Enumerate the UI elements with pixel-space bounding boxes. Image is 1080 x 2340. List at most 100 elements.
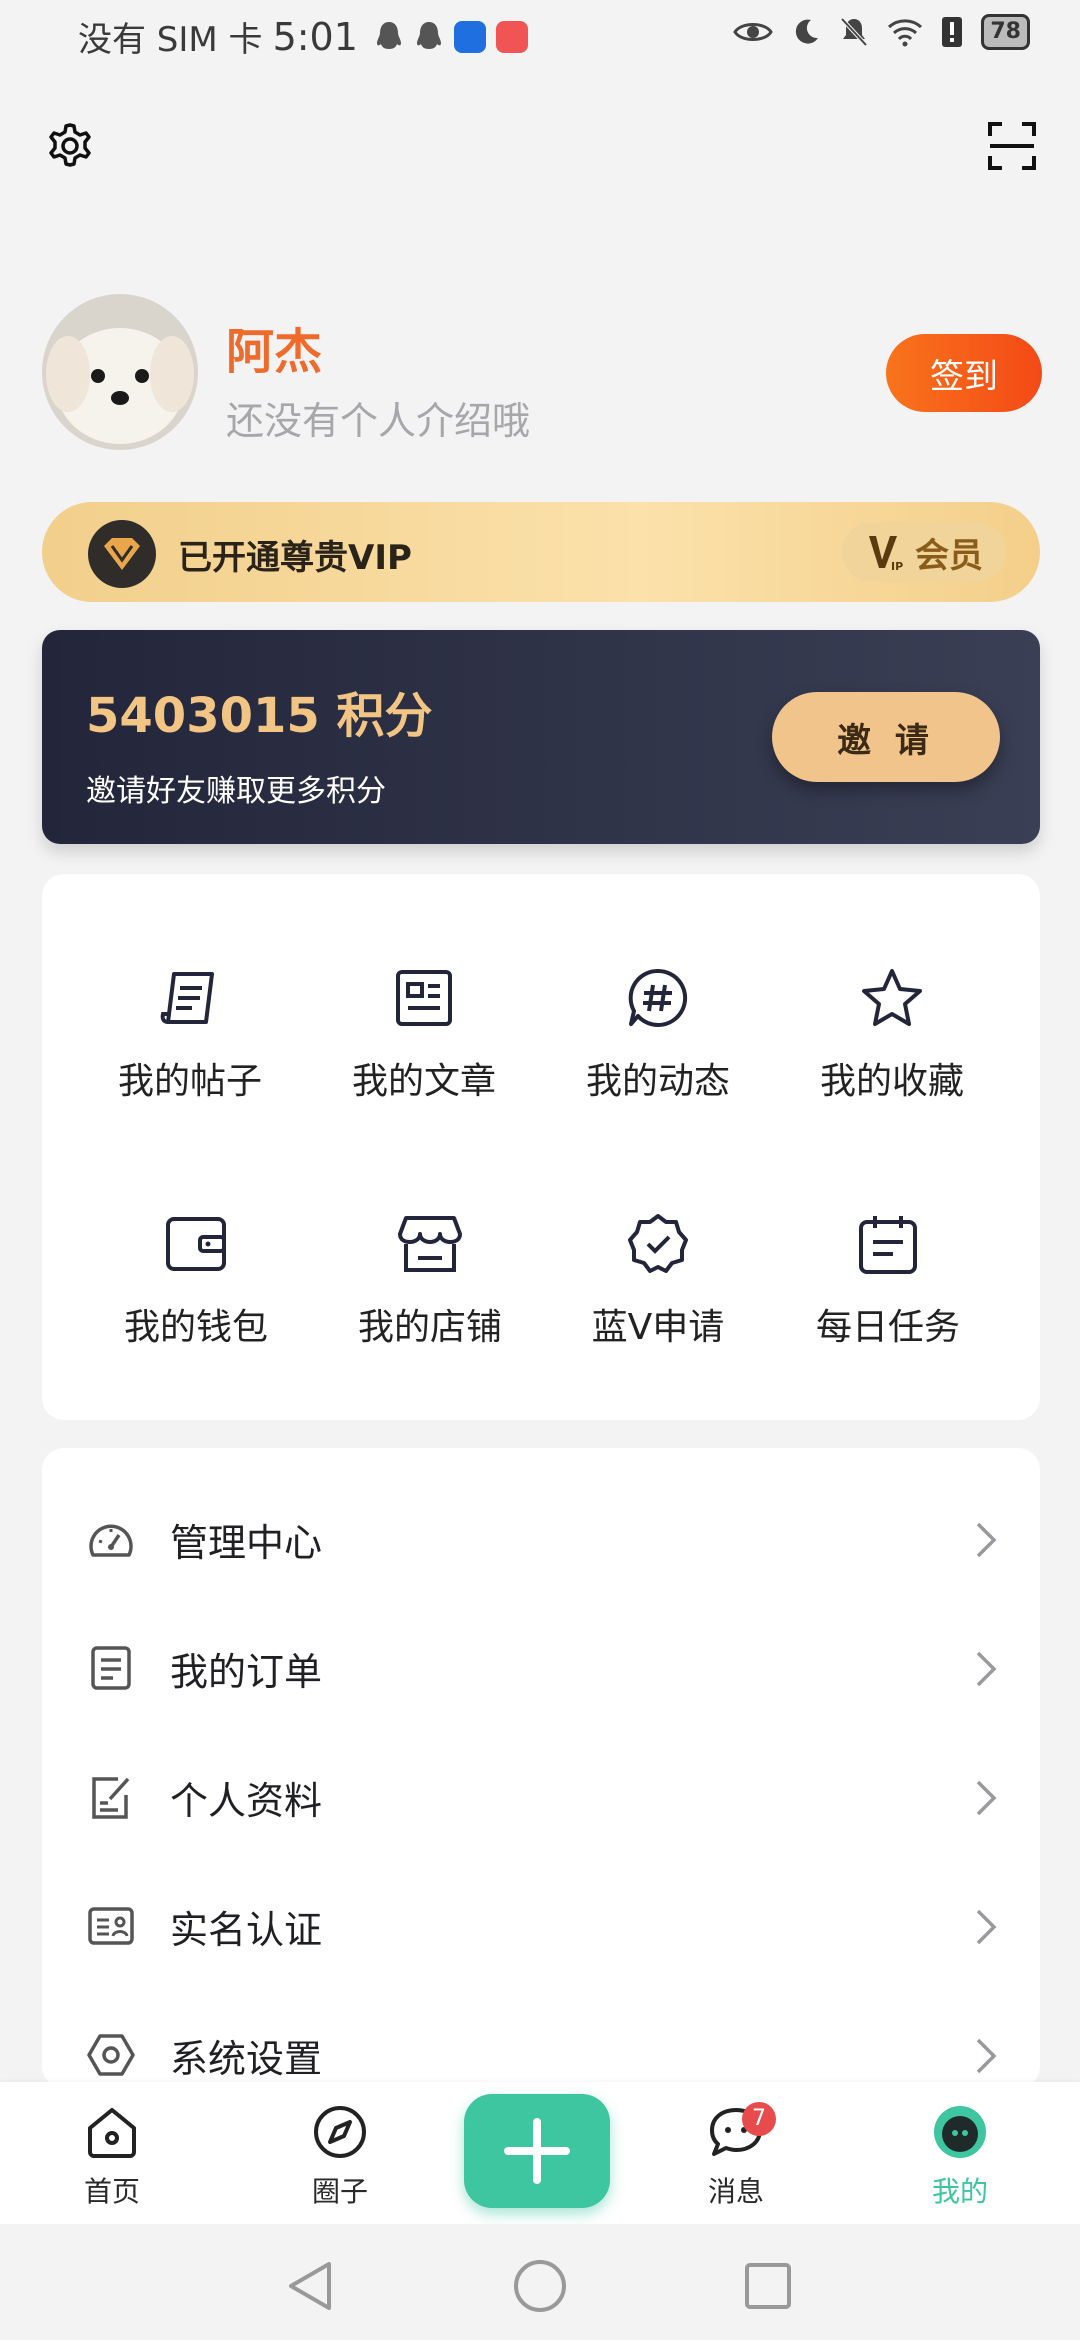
- menu-item-profile[interactable]: 个人资料: [42, 1732, 1040, 1862]
- scan-icon: [988, 122, 1036, 170]
- svg-text:IP: IP: [891, 560, 903, 572]
- grid-item-label: 我的店铺: [357, 1307, 502, 1348]
- nav-mine[interactable]: 我的: [890, 2098, 1030, 2210]
- moon-icon: [796, 19, 819, 44]
- vip-status-text: 已开通尊贵VIP: [178, 538, 412, 578]
- article-icon: [396, 970, 452, 1026]
- username: 阿杰: [226, 324, 323, 380]
- grid-item-moments[interactable]: 我的动态: [558, 958, 758, 1104]
- back-triangle-icon: [289, 2262, 331, 2310]
- create-post-button[interactable]: [464, 2094, 610, 2208]
- battery-indicator: 78: [981, 14, 1030, 50]
- qq-icon: [376, 21, 401, 49]
- grid-item-label: 我的帖子: [117, 1061, 262, 1102]
- vip-member-badge: IP 会员: [842, 522, 1006, 582]
- star-icon: [862, 969, 922, 1026]
- nav-label: 圈子: [311, 2175, 368, 2208]
- grid-item-label: 我的动态: [585, 1061, 730, 1102]
- status-right: 78: [733, 14, 1030, 50]
- chevron-right-icon: [976, 2038, 997, 2074]
- carrier-text: 没有 SIM 卡: [78, 20, 263, 60]
- chevron-right-icon: [976, 1522, 997, 1558]
- mute-bell-icon: [840, 17, 868, 47]
- edit-profile-icon: [92, 1777, 130, 1819]
- grid-item-daily-tasks[interactable]: 每日任务: [788, 1204, 988, 1350]
- nav-label: 首页: [83, 2175, 140, 2208]
- home-button[interactable]: [510, 2256, 570, 2316]
- status-left: 没有 SIM 卡 5:01: [78, 12, 528, 61]
- settings-button[interactable]: [42, 118, 98, 174]
- post-icon: [160, 972, 214, 1024]
- scan-button[interactable]: [984, 118, 1040, 174]
- dog-avatar-image: [42, 294, 198, 450]
- plus-icon: [504, 2118, 570, 2184]
- store-icon: [398, 1216, 462, 1272]
- chevron-right-icon: [976, 1909, 997, 1945]
- invite-button[interactable]: 邀 请: [772, 692, 1000, 782]
- vip-logo-icon: IP: [869, 536, 903, 572]
- eye-icon: [733, 23, 774, 41]
- points-subtitle: 邀请好友赚取更多积分: [86, 774, 386, 809]
- grid-item-store[interactable]: 我的店铺: [330, 1204, 530, 1350]
- menu-item-label: 实名认证: [170, 1908, 323, 1952]
- clock: 5:01: [272, 14, 358, 59]
- menu-item-label: 系统设置: [170, 2037, 323, 2081]
- qq-icon: [416, 21, 441, 49]
- points-card: 5403015 积分 邀请好友赚取更多积分 邀 请: [42, 630, 1040, 844]
- recents-square-icon: [745, 2263, 791, 2309]
- system-navigation-bar: [0, 2224, 1080, 2340]
- home-circle-icon: [514, 2260, 566, 2312]
- app-notification-icon: [453, 20, 486, 53]
- menu-item-real-name[interactable]: 实名认证: [42, 1861, 1040, 1991]
- menu-item-admin-center[interactable]: 管理中心: [42, 1474, 1040, 1604]
- mine-face-icon: [934, 2106, 986, 2158]
- menu-item-label: 个人资料: [170, 1779, 323, 1823]
- user-bio: 还没有个人介绍哦: [226, 399, 531, 443]
- grid-item-articles[interactable]: 我的文章: [324, 958, 524, 1104]
- nav-messages[interactable]: 7 消息: [666, 2098, 806, 2210]
- nav-label: 我的: [931, 2175, 988, 2208]
- grid-item-favorites[interactable]: 我的收藏: [792, 958, 992, 1104]
- id-card-icon: [88, 1907, 134, 1945]
- grid-item-label: 每日任务: [815, 1307, 960, 1348]
- wallet-icon: [166, 1217, 226, 1271]
- grid-item-label: 我的收藏: [819, 1061, 964, 1102]
- hexagon-settings-icon: [87, 2034, 135, 2076]
- menu-item-label: 我的订单: [170, 1650, 323, 1694]
- notification-icons: [374, 20, 528, 54]
- grid-item-wallet[interactable]: 我的钱包: [96, 1204, 296, 1350]
- menu-item-my-orders[interactable]: 我的订单: [42, 1603, 1040, 1733]
- nav-circle[interactable]: 圈子: [270, 2098, 410, 2210]
- alert-icon: [942, 17, 963, 47]
- signin-button[interactable]: 签到: [886, 334, 1042, 412]
- hashtag-icon: [628, 968, 688, 1027]
- message-count-badge: 7: [742, 2102, 776, 2136]
- dashboard-icon: [89, 1524, 133, 1557]
- grid-item-label: 我的文章: [351, 1061, 496, 1102]
- home-icon: [88, 2108, 136, 2158]
- vip-member-label: 会员: [915, 535, 983, 576]
- order-list-icon: [91, 1646, 131, 1690]
- avatar[interactable]: [42, 294, 198, 450]
- wifi-icon: [888, 19, 923, 47]
- menu-item-label: 管理中心: [170, 1521, 323, 1565]
- shop-notification-icon: [495, 20, 528, 53]
- grid-item-label: 我的钱包: [123, 1307, 268, 1348]
- menu-list: 管理中心 我的订单 个人资料 实名认证 系统设置: [42, 1448, 1040, 2088]
- points-value: 5403015 积分: [86, 688, 433, 744]
- menu-item-system-settings[interactable]: 系统设置: [42, 1990, 1040, 2088]
- grid-item-posts[interactable]: 我的帖子: [90, 958, 290, 1104]
- chevron-right-icon: [976, 1651, 997, 1687]
- verified-badge-icon: [628, 1214, 688, 1273]
- nav-home[interactable]: 首页: [42, 2098, 182, 2210]
- grid-item-blue-v[interactable]: 蓝V申请: [558, 1204, 758, 1350]
- gear-icon: [49, 123, 91, 167]
- nav-label: 消息: [707, 2175, 764, 2208]
- calendar-task-icon: [859, 1216, 917, 1274]
- vip-banner[interactable]: 已开通尊贵VIP IP 会员: [42, 502, 1040, 602]
- back-button[interactable]: [280, 2256, 340, 2316]
- recents-button[interactable]: [738, 2256, 798, 2316]
- grid-item-label: 蓝V申请: [591, 1307, 725, 1348]
- vip-diamond-icon: [88, 520, 156, 588]
- status-bar: 没有 SIM 卡 5:01 78: [0, 0, 1080, 76]
